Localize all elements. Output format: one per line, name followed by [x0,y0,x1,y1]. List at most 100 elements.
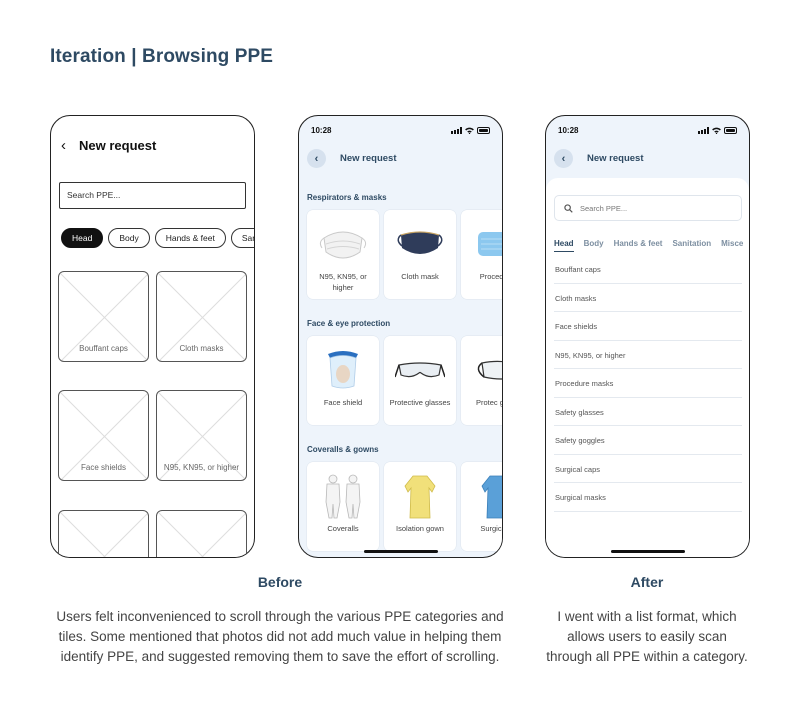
ppe-card[interactable]: Coveralls [307,462,379,551]
ppe-card[interactable]: Procedure [461,210,503,299]
list-item[interactable]: Face shields [554,312,742,341]
card-label: Cloth mask [401,272,439,281]
goggles-icon [477,360,502,380]
ppe-card[interactable]: Protective glasses [384,336,456,425]
card-label: Coveralls [327,524,359,533]
back-button[interactable]: ‹ [554,149,573,168]
search-icon [564,203,573,213]
section-heading: Coveralls & gowns [307,445,379,454]
card-row: Coveralls Isolation gown Surgical g [307,462,502,551]
protective-glasses-icon [395,362,445,378]
status-time: 10:28 [311,125,332,135]
home-indicator [363,550,438,553]
tile-label: Face shields [81,463,126,472]
tab-sanitation[interactable]: Sanitation [672,239,711,252]
status-time: 10:28 [558,125,579,135]
wireframe-tile[interactable]: Bouffant caps [58,271,149,362]
tab-head[interactable]: Head [554,239,574,252]
before-description-line: identify PPE, and suggested removing the… [60,649,500,664]
battery-icon [724,126,737,134]
list-item[interactable]: Procedure masks [554,369,742,398]
wireframe-tile[interactable]: Cloth masks [156,271,247,362]
back-button[interactable]: ‹ [307,149,326,168]
image-placeholder-icon [59,511,148,557]
screen-title: New request [587,153,644,164]
screen-title: New request [340,153,397,164]
content-sheet: Search PPE... Head Body Hands & feet San… [546,178,749,557]
back-chevron-icon[interactable]: ‹ [61,138,75,153]
section-heading: Respirators & masks [307,193,387,202]
tab-miscellaneous[interactable]: Misce [721,239,743,252]
list-item[interactable]: Surgical caps [554,455,742,483]
status-bar: 10:28 [311,124,490,136]
before-description: Users felt inconvenienced to scroll thro… [45,607,515,667]
after-description: I went with a list format, which allows … [537,607,757,667]
ppe-card[interactable]: Cloth mask [384,210,456,299]
isolation-gown-icon [404,475,436,519]
after-mock-phone: 10:28 ‹ New request Search PPE... Head B… [545,115,750,558]
wireframe-tile[interactable]: N95, KN95, or higher [156,390,247,481]
search-input[interactable]: Search PPE... [554,195,742,221]
category-tabs: Head Body Hands & feet Sanitation Misce [554,239,743,252]
chip-hands-feet[interactable]: Hands & feet [154,228,226,248]
face-shield-icon [328,351,358,389]
tile-label: Bouffant caps [79,344,128,353]
chip-head[interactable]: Head [61,228,104,248]
wireframe-tile[interactable] [156,510,247,557]
wireframe-search-input[interactable]: Search PPE... [59,182,246,209]
ppe-card[interactable]: N95, KN95, or higher [307,210,379,299]
coveralls-icon [325,474,361,519]
list-item[interactable]: Cloth masks [554,284,742,312]
signal-icon [451,126,462,134]
status-bar: 10:28 [558,124,737,136]
after-description-line: allows users to easily scan [567,629,727,644]
n95-mask-icon [319,231,367,259]
ppe-card[interactable]: Isolation gown [384,462,456,551]
card-label: N95, KN95, or higher [319,272,367,292]
card-row: Face shield Protective glasses Protec go… [307,336,502,425]
list-item[interactable]: Safety goggles [554,426,742,455]
after-label: After [630,574,664,590]
chip-sanitation[interactable]: Sanit [230,228,254,248]
card-row: N95, KN95, or higher Cloth mask Procedur… [307,210,503,299]
section-heading: Face & eye protection [307,319,391,328]
before-label: Before [257,574,303,590]
before-mock-phone: 10:28 ‹ New request Respirators & masks … [298,115,503,558]
tile-label: Cloth masks [179,344,224,353]
card-label: Protec goggl [475,398,502,407]
signal-icon [698,126,709,134]
procedure-mask-icon [478,232,502,256]
before-description-line: tiles. Some mentioned that photos did no… [58,629,502,644]
image-placeholder-icon [157,511,246,557]
ppe-card[interactable]: Surgical g [461,462,502,551]
ppe-card[interactable]: Protec goggl [461,336,502,425]
card-label: Isolation gown [396,524,444,533]
before-description-line: Users felt inconvenienced to scroll thro… [56,609,504,624]
wifi-icon [712,127,721,134]
card-label: Face shield [323,398,363,407]
tab-body[interactable]: Body [584,239,604,252]
wireframe-title: New request [79,138,157,153]
list-item[interactable]: Bouffant caps [554,255,742,284]
search-placeholder: Search PPE... [580,203,628,213]
wireframe-tile[interactable]: Face shields [58,390,149,481]
list-item[interactable]: Safety glasses [554,398,742,426]
wireframe-header: ‹ New request [61,138,157,154]
tile-label: N95, KN95, or higher [163,463,240,472]
ppe-card[interactable]: Face shield [307,336,379,425]
surgical-gown-icon [481,475,502,519]
card-label: Surgical g [480,524,502,533]
card-label: Protective glasses [389,398,451,407]
battery-icon [477,126,490,134]
wireframe-category-chips: Head Body Hands & feet Sanit [61,228,254,248]
list-item[interactable]: Surgical masks [554,483,742,512]
after-description-line: I went with a list format, which [557,609,737,624]
tab-hands-feet[interactable]: Hands & feet [614,239,663,252]
page-title: Iteration | Browsing PPE [50,46,274,67]
card-label: Procedure [479,272,503,281]
list-item[interactable]: N95, KN95, or higher [554,341,742,369]
ppe-list: Bouffant caps Cloth masks Face shields N… [554,255,742,512]
wireframe-tile[interactable] [58,510,149,557]
chip-body[interactable]: Body [108,228,150,248]
wireframe-phone: ‹ New request Search PPE... Head Body Ha… [50,115,255,558]
